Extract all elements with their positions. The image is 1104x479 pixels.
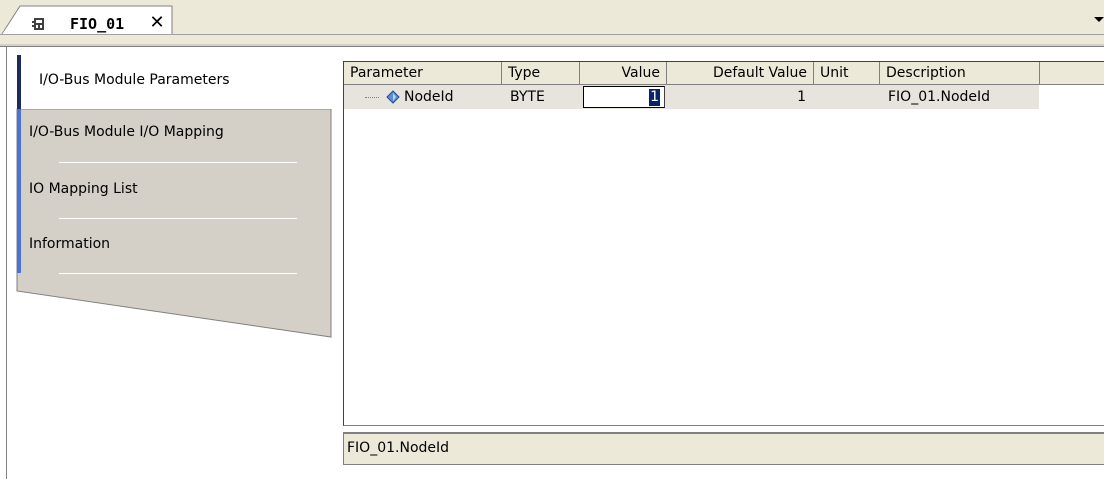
tab-io-bus-module-io-mapping[interactable]: I/O-Bus Module I/O Mapping — [29, 124, 224, 140]
tab-indicator-io-mapping-list — [17, 163, 21, 219]
tab-label: I/O-Bus Module Parameters — [39, 72, 230, 88]
device-editor-panel: I/O-Bus Module Parameters I/O-Bus Module… — [7, 47, 1104, 479]
value-input-selected-text: 1 — [649, 89, 660, 106]
column-header-type[interactable]: Type — [502, 62, 580, 84]
tab-list-dropdown-icon[interactable] — [1094, 17, 1104, 22]
column-header-value[interactable]: Value — [580, 62, 667, 84]
editor-tab-title: FIO_01 — [70, 15, 125, 33]
tab-strip-divider — [0, 34, 1104, 35]
column-header-description[interactable]: Description — [880, 62, 1040, 84]
device-icon — [32, 17, 46, 31]
tab-io-bus-module-parameters[interactable]: I/O-Bus Module Parameters — [17, 55, 341, 109]
column-header-unit[interactable]: Unit — [814, 62, 880, 84]
editor-tab-strip: FIO_01 ✕ — [0, 0, 1104, 44]
tab-separator — [59, 162, 297, 163]
description-bar: FIO_01.NodeId — [343, 432, 1104, 465]
tab-io-mapping-list[interactable]: IO Mapping List — [29, 181, 138, 197]
value-input[interactable]: 1 — [583, 86, 665, 108]
column-header-parameter[interactable]: Parameter — [344, 62, 502, 84]
close-icon[interactable]: ✕ — [148, 14, 166, 32]
parameter-icon — [386, 90, 400, 104]
tab-indicator-io-mapping — [17, 109, 21, 163]
cell-default-value: 1 — [797, 89, 806, 105]
column-header-default-value[interactable]: Default Value — [667, 62, 814, 84]
tab-indicator-information — [17, 219, 21, 273]
cell-parameter: NodeId — [404, 89, 454, 105]
tree-connector — [365, 97, 379, 99]
description-text: FIO_01.NodeId — [347, 440, 450, 456]
table-header: Parameter Type Value Default Value Unit … — [344, 62, 1104, 85]
cell-type: BYTE — [510, 89, 545, 105]
tab-separator — [59, 273, 297, 274]
cell-description: FIO_01.NodeId — [888, 89, 991, 105]
parameter-table: Parameter Type Value Default Value Unit … — [343, 61, 1104, 426]
active-tab-indicator — [17, 55, 21, 109]
tab-information[interactable]: Information — [29, 236, 110, 252]
table-row[interactable]: NodeId BYTE 1 1 FIO_01.NodeId — [344, 85, 1039, 109]
tab-separator — [59, 218, 297, 219]
